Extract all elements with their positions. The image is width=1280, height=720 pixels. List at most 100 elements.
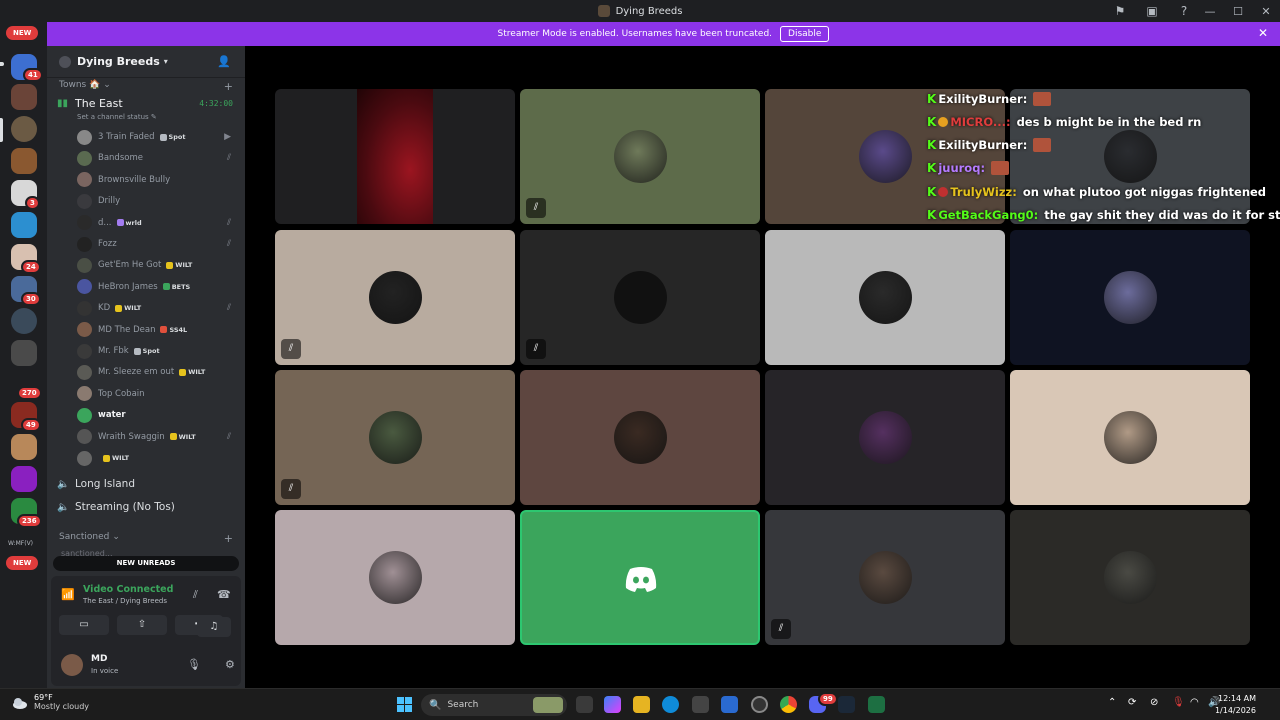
server-icon-dying-breeds[interactable]	[11, 116, 37, 142]
server-icon-6[interactable]	[11, 212, 37, 238]
video-tile[interactable]	[1010, 230, 1250, 365]
voice-member[interactable]: WILT	[77, 449, 239, 467]
start-button[interactable]	[397, 697, 412, 712]
participant-avatar	[859, 551, 912, 604]
close-button[interactable]: ✕	[1252, 5, 1280, 18]
camera-feed	[357, 89, 433, 224]
voice-member[interactable]: Get'Em He Got WILT	[77, 256, 239, 274]
add-member-icon[interactable]: 👤	[217, 55, 231, 68]
tray-chevron-icon[interactable]: ⌃	[1108, 697, 1116, 708]
participant-avatar	[1104, 551, 1157, 604]
video-tile[interactable]	[765, 370, 1005, 505]
video-tile[interactable]: ⫽	[275, 230, 515, 365]
video-tile[interactable]	[1010, 370, 1250, 505]
server-icon-10[interactable]	[11, 340, 37, 366]
voice-member[interactable]: Bandsome ⫽	[77, 149, 239, 167]
video-tile[interactable]	[275, 510, 515, 645]
wifi-icon[interactable]: ◠	[1190, 697, 1199, 708]
server-icon-13[interactable]	[11, 466, 37, 492]
camera-off-button[interactable]: ▭	[59, 615, 109, 635]
server-icon-2[interactable]	[11, 84, 37, 110]
video-tile[interactable]	[1010, 89, 1250, 224]
voice-member[interactable]: Top Cobain	[77, 385, 239, 403]
voice-member[interactable]: KD WILT ⫽	[77, 299, 239, 317]
new-pill-bottom[interactable]: NEW	[6, 556, 39, 570]
voice-member[interactable]: Wraith Swaggin WILT ⫽	[77, 428, 239, 446]
flag-icon[interactable]: ⚑	[1112, 4, 1128, 18]
participant-avatar	[369, 271, 422, 324]
steam-icon[interactable]	[838, 696, 855, 713]
server-text-icon[interactable]: W:MF(V)	[8, 540, 33, 547]
maximize-button[interactable]: ☐	[1224, 5, 1252, 18]
server-icon-9[interactable]	[11, 308, 37, 334]
task-view-icon[interactable]	[576, 696, 593, 713]
video-tile[interactable]	[1010, 510, 1250, 645]
video-tile[interactable]	[275, 89, 515, 224]
voice-member[interactable]: Mr. Sleeze em out WILT	[77, 363, 239, 381]
video-tile[interactable]: ⫽	[765, 510, 1005, 645]
video-tile[interactable]: ⫽	[520, 230, 760, 365]
voice-member[interactable]: Brownsville Bully	[77, 171, 239, 189]
network-off-icon[interactable]: ⊘	[1150, 697, 1158, 708]
new-pill-top[interactable]: NEW	[6, 26, 39, 40]
voice-member[interactable]: 3 Train Faded Spot ▶	[77, 128, 239, 146]
voice-channel-the-east[interactable]: ▮▮ The East 4:32:00	[57, 97, 243, 110]
add-channel-icon[interactable]: +	[224, 80, 233, 93]
edge-icon[interactable]	[662, 696, 679, 713]
title-bar: Dying Breeds ⚑ ▣ ? — ☐ ✕	[0, 0, 1280, 22]
server-icon-4[interactable]	[11, 148, 37, 174]
member-avatar	[77, 429, 92, 445]
server-header[interactable]: Dying Breeds ▾ 👤	[47, 46, 245, 78]
taskbar-search[interactable]: 🔍 Search	[421, 694, 567, 716]
video-tile[interactable]	[765, 230, 1005, 365]
video-tile[interactable]	[520, 370, 760, 505]
voice-member[interactable]: Mr. Fbk Spot	[77, 342, 239, 360]
file-explorer-icon[interactable]	[633, 696, 650, 713]
chrome-icon[interactable]	[780, 696, 797, 713]
date: 1/14/2026	[1214, 706, 1256, 715]
category-sanctioned[interactable]: Sanctioned ⌄ +	[59, 532, 237, 545]
voice-member[interactable]: Fozz ⫽	[77, 235, 239, 253]
mic-in-use-icon[interactable]: 🎙	[1172, 697, 1185, 708]
soundboard-button[interactable]: ♫	[197, 617, 231, 637]
video-tile[interactable]: ⫽	[520, 89, 760, 224]
noise-suppression-icon[interactable]: ⫽	[193, 588, 198, 602]
settings-gear-icon[interactable]: ⚙	[225, 658, 235, 671]
help-icon[interactable]: ?	[1176, 4, 1192, 18]
voice-location[interactable]: The East / Dying Breeds	[83, 597, 167, 605]
voice-member[interactable]: d... wrld ⫽	[77, 214, 239, 232]
video-tile[interactable]	[765, 89, 1005, 224]
disconnect-icon[interactable]: ☎	[217, 588, 231, 601]
muted-icon: ⫽	[526, 198, 546, 218]
disable-streamer-mode-button[interactable]: Disable	[780, 26, 830, 42]
weather-widget[interactable]: 69°F Mostly cloudy	[12, 693, 89, 711]
signal-icon[interactable]: 📶	[61, 588, 75, 601]
new-unreads-bar[interactable]: NEW UNREADS	[53, 556, 239, 571]
screen-icon[interactable]: ▣	[1144, 4, 1160, 18]
screen-share-button[interactable]: ⇧	[117, 615, 167, 635]
banner-close-icon[interactable]: ✕	[1258, 26, 1268, 40]
server-icon-12[interactable]	[11, 434, 37, 460]
minimize-button[interactable]: —	[1196, 5, 1224, 18]
voice-channel-long-island[interactable]: 🔈 Long Island	[57, 478, 243, 490]
store-icon[interactable]	[692, 696, 709, 713]
copilot-icon[interactable]	[604, 696, 621, 713]
mail-icon[interactable]	[721, 696, 738, 713]
user-avatar[interactable]	[61, 654, 83, 676]
clock[interactable]: 12:14 AM 1/14/2026	[1215, 693, 1256, 717]
microphone-icon[interactable]: 🎙	[187, 658, 201, 671]
voice-member[interactable]: MD The Dean SS4L	[77, 321, 239, 339]
video-tile[interactable]	[520, 510, 760, 645]
excel-icon[interactable]	[868, 696, 885, 713]
add-channel-icon[interactable]: +	[224, 532, 233, 545]
channel-status-prompt[interactable]: Set a channel status ✎	[77, 113, 157, 121]
sync-icon[interactable]: ⟳	[1128, 697, 1136, 708]
voice-channel-streaming[interactable]: 🔈 Streaming (No Tos)	[57, 501, 243, 513]
video-tile[interactable]: ⫽	[275, 370, 515, 505]
voice-status[interactable]: Video Connected	[83, 584, 173, 595]
voice-member[interactable]: HeBron James BETS	[77, 278, 239, 296]
app-icon[interactable]	[751, 696, 768, 713]
category-towns[interactable]: Towns 🏠 ⌄ +	[59, 80, 237, 93]
voice-member[interactable]: water	[77, 406, 239, 424]
voice-member[interactable]: Drilly	[77, 192, 239, 210]
